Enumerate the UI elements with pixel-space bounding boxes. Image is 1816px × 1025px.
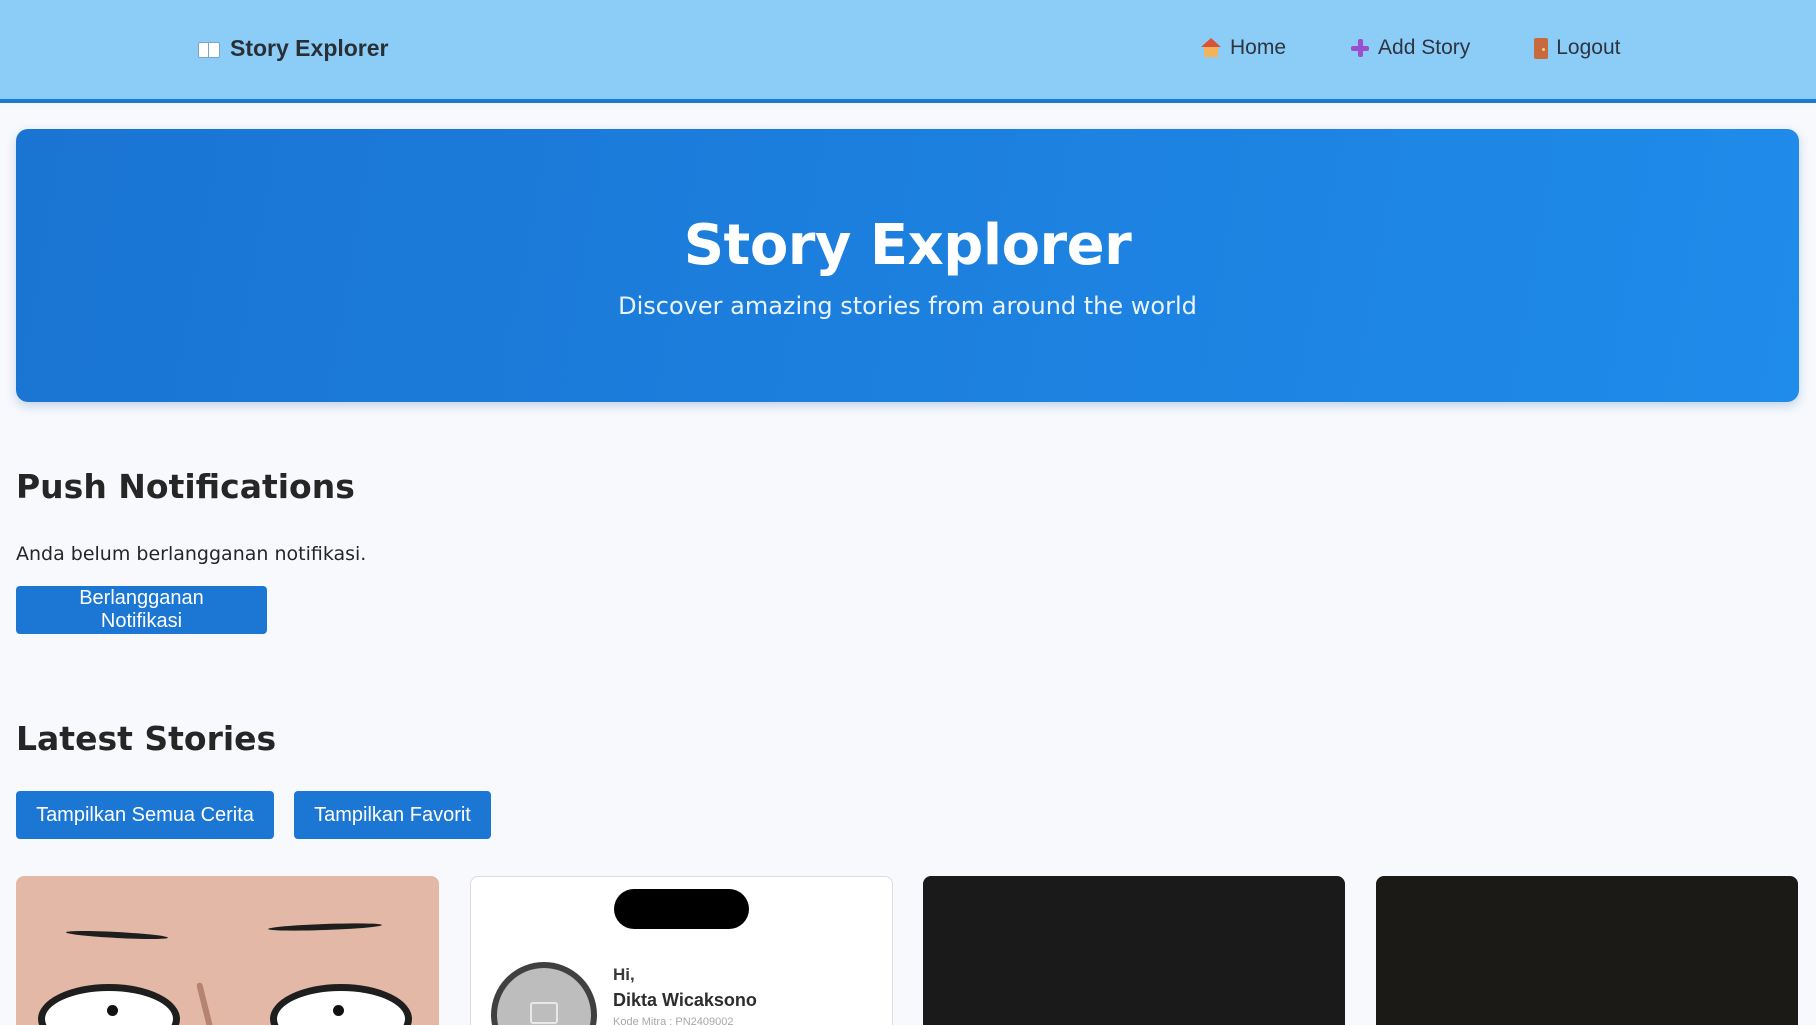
- show-favorites-button[interactable]: Tampilkan Favorit: [294, 791, 491, 839]
- cartoon-eyebrow: [65, 929, 169, 941]
- story-card[interactable]: Hi, Dikta Wicaksono Kode Mitra : PN24090…: [470, 876, 893, 1025]
- show-all-stories-button[interactable]: Tampilkan Semua Cerita: [16, 791, 274, 839]
- cartoon-eye: [38, 984, 180, 1025]
- brand[interactable]: Story Explorer: [198, 35, 389, 62]
- brand-title: Story Explorer: [230, 35, 389, 61]
- subscription-status: Anda belum berlangganan notifikasi.: [16, 543, 367, 565]
- cartoon-eye: [270, 984, 412, 1025]
- nav-link-label: Add Story: [1378, 36, 1471, 59]
- navbar: Story Explorer Home Add Story Logout: [0, 0, 1816, 103]
- nav-link-home[interactable]: Home: [1200, 36, 1286, 60]
- house-icon: [1200, 38, 1222, 58]
- nav-link-add-story[interactable]: Add Story: [1350, 36, 1470, 60]
- greeting-text: Hi,: [613, 965, 635, 984]
- phone-notch: [614, 889, 749, 929]
- cartoon-pupil: [333, 1005, 344, 1016]
- hero-subtitle: Discover amazing stories from around the…: [618, 292, 1197, 320]
- nav-link-logout[interactable]: Logout: [1534, 36, 1620, 60]
- user-name-text: Dikta Wicaksono: [613, 990, 757, 1010]
- push-notifications-title: Push Notifications: [16, 467, 355, 506]
- avatar: [491, 962, 597, 1025]
- story-card[interactable]: [923, 876, 1345, 1025]
- cartoon-nose: [196, 982, 214, 1025]
- nav-links: Home Add Story Logout: [1200, 36, 1620, 60]
- hero-title: Story Explorer: [683, 213, 1132, 278]
- cartoon-pupil: [107, 1005, 118, 1016]
- image-placeholder-icon: [530, 1002, 558, 1024]
- door-icon: [1534, 37, 1549, 59]
- latest-stories-title: Latest Stories: [16, 719, 277, 758]
- story-card[interactable]: [1376, 876, 1798, 1025]
- story-card[interactable]: [16, 876, 439, 1025]
- nav-link-label: Home: [1230, 36, 1287, 59]
- partner-code-text: Kode Mitra : PN2409002: [613, 1016, 734, 1025]
- cartoon-eyebrow: [267, 922, 383, 932]
- subscribe-notifications-button[interactable]: Berlangganan Notifikasi: [16, 586, 267, 634]
- open-book-icon: [198, 40, 220, 58]
- nav-link-label: Logout: [1556, 36, 1621, 59]
- plus-icon: [1350, 38, 1370, 58]
- hero-banner: Story Explorer Discover amazing stories …: [16, 129, 1799, 402]
